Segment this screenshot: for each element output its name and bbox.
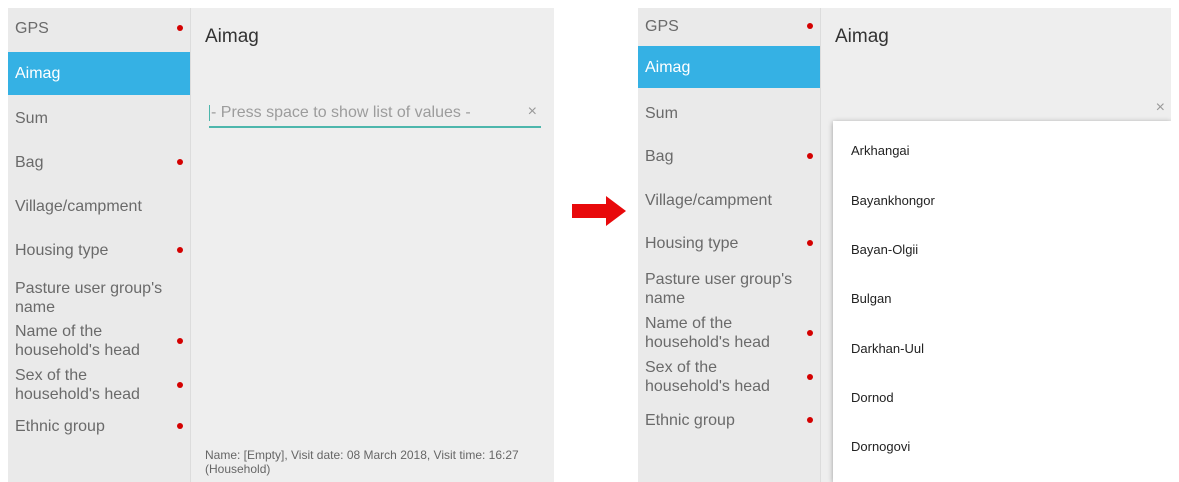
sidebar-item-label: Sum [645,104,678,122]
dropdown-option[interactable]: Dornogovi [851,439,910,454]
sidebar-item-label: Bag [15,153,44,171]
sidebar-item-label: Village/campment [645,191,772,209]
sidebar-item-pasture-group[interactable]: Pasture user group's name [8,274,190,322]
right-arrow-icon [572,196,626,226]
sidebar-item-label: Name of the household's head [645,315,770,351]
sidebar-item-pasture-group[interactable]: Pasture user group's name [638,266,820,312]
sidebar-item-ethnic-group[interactable]: Ethnic group [638,402,820,438]
sidebar-item-label: Sex of the household's head [645,359,770,395]
sidebar-item-label: Housing type [15,241,109,259]
required-indicator [177,338,183,344]
dropdown-option[interactable]: Bulgan [851,291,891,306]
sidebar-item-household-head-name[interactable]: Name of the household's head [8,319,190,363]
sidebar-item-household-head-name[interactable]: Name of the household's head [638,312,820,354]
required-indicator [177,423,183,429]
sidebar-item-label: Housing type [645,234,739,252]
sidebar-item-label: GPS [645,17,679,35]
sidebar-item-label: Pasture user group's name [645,271,793,307]
text-caret [209,105,210,121]
required-indicator [807,23,813,29]
dropdown-option[interactable]: Darkhan-Uul [851,341,924,356]
sidebar-item-bag[interactable]: Bag [8,142,190,182]
sidebar-item-label: Aimag [645,58,691,76]
sidebar-item-housing-type[interactable]: Housing type [8,230,190,270]
sidebar-item-ethnic-group[interactable]: Ethnic group [8,408,190,444]
sidebar-item-label: Sum [15,109,48,127]
dropdown-option[interactable]: Arkhangai [851,143,910,158]
required-indicator [177,25,183,31]
required-indicator [807,374,813,380]
sidebar-item-label: Bag [645,147,674,165]
visit-info-footer: Name: [Empty], Visit date: 08 March 2018… [205,448,519,476]
sidebar-item-label: GPS [15,19,49,37]
required-indicator [807,240,813,246]
aimag-input[interactable] [839,100,1135,118]
aimag-input-field[interactable]: × [209,102,541,128]
sidebar-item-bag[interactable]: Bag [638,137,820,175]
sidebar-item-label: Village/campment [15,197,142,215]
sidebar-item-gps[interactable]: GPS [8,8,190,48]
dropdown-option[interactable]: Bayan-Olgii [851,242,918,257]
sidebar-item-label: Sex of the household's head [15,367,140,403]
sidebar-item-label: Name of the household's head [15,323,140,359]
required-indicator [177,382,183,388]
sidebar-item-aimag[interactable]: Aimag [638,46,820,88]
screen-after: GPS Aimag Sum Bag Village/campment Housi… [638,8,1171,482]
close-icon[interactable]: × [1156,99,1165,117]
sidebar-item-label: Ethnic group [15,417,105,435]
sidebar-item-village[interactable]: Village/campment [8,186,190,226]
sidebar-item-sum[interactable]: Sum [8,98,190,138]
dropdown-option[interactable]: Bayankhongor [851,193,935,208]
question-sidebar: GPS Aimag Sum Bag Village/campment Housi… [8,8,191,482]
values-dropdown: Arkhangai Bayankhongor Bayan-Olgii Bulga… [833,121,1171,482]
sidebar-item-household-head-sex[interactable]: Sex of the household's head [8,363,190,407]
question-panel: Aimag × Arkhangai Bayankhongor Bayan-Olg… [821,8,1171,482]
screen-before: GPS Aimag Sum Bag Village/campment Housi… [8,8,554,482]
question-title: Aimag [205,26,259,47]
question-panel: Aimag × Name: [Empty], Visit date: 08 Ma… [191,8,554,482]
required-indicator [177,247,183,253]
required-indicator [807,330,813,336]
required-indicator [807,153,813,159]
sidebar-item-gps[interactable]: GPS [638,8,820,44]
sidebar-item-housing-type[interactable]: Housing type [638,224,820,262]
sidebar-item-aimag[interactable]: Aimag [8,52,190,95]
sidebar-item-village[interactable]: Village/campment [638,181,820,219]
aimag-input[interactable] [211,104,507,122]
close-icon[interactable]: × [528,103,537,121]
required-indicator [807,417,813,423]
sidebar-item-household-head-sex[interactable]: Sex of the household's head [638,356,820,398]
dropdown-option[interactable]: Dornod [851,390,894,405]
sidebar-item-label: Pasture user group's name [15,280,163,316]
question-sidebar: GPS Aimag Sum Bag Village/campment Housi… [638,8,821,482]
required-indicator [177,159,183,165]
question-title: Aimag [835,26,889,47]
sidebar-item-sum[interactable]: Sum [638,94,820,132]
sidebar-item-label: Ethnic group [645,411,735,429]
sidebar-item-label: Aimag [15,65,61,82]
